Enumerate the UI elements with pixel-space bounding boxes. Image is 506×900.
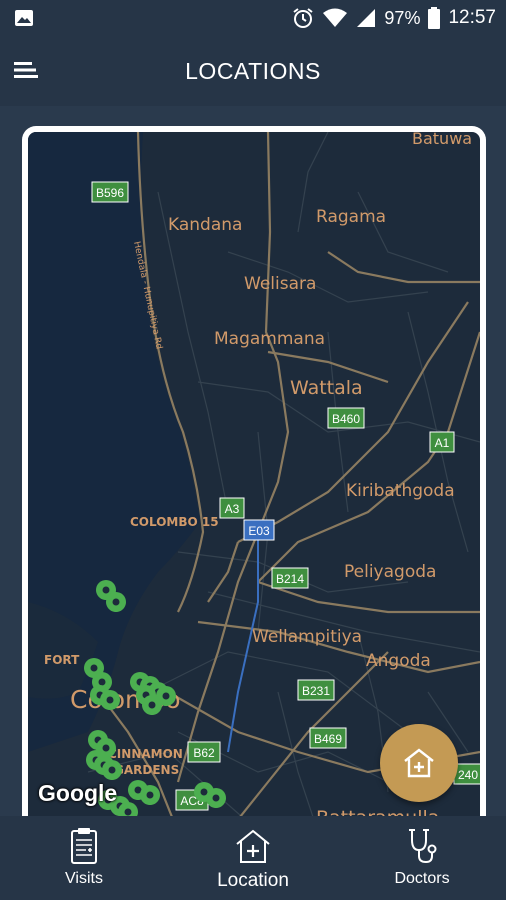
shield-b469: B469: [309, 727, 347, 749]
map-label-fort: FORT: [44, 653, 80, 667]
map-label-colombo15: COLOMBO 15: [130, 515, 219, 529]
shield-label: B62: [193, 746, 215, 760]
shield-b231: B231: [297, 679, 335, 701]
map-label-peliyagoda: Peliyagoda: [344, 562, 436, 582]
map-label-ragama: Ragama: [316, 207, 386, 227]
map-label-batuwa: Batuwa: [412, 132, 472, 148]
map-label-welisara: Welisara: [244, 274, 316, 294]
app-bar: LOCATIONS: [0, 36, 506, 106]
nav-visits-label: Visits: [65, 870, 103, 887]
shield-240: 240: [453, 763, 480, 785]
google-attribution: Google: [38, 780, 118, 806]
shield-b214: B214: [271, 567, 309, 589]
status-bar: 97% 12:57: [0, 0, 506, 36]
shield-label: A3: [225, 502, 240, 516]
signal-icon: [357, 9, 376, 27]
image-icon: [15, 10, 33, 26]
alarm-icon: [293, 8, 314, 28]
add-hospital-icon: [404, 748, 434, 778]
map-label-wellampitiya: Wellampitiya: [252, 627, 362, 647]
location-marker-dot: [200, 788, 208, 796]
shield-label: B596: [96, 186, 124, 200]
nav-location-label: Location: [217, 870, 289, 891]
wifi-icon: [323, 8, 348, 27]
shield-b596: B596: [91, 181, 129, 203]
map-canvas[interactable]: Batuwa Kandana Ragama Welisara Magammana…: [28, 132, 480, 826]
location-marker-dot: [102, 744, 110, 752]
shield-b460: B460: [327, 407, 365, 429]
map-label-wattala: Wattala: [290, 377, 363, 399]
location-marker-dot: [90, 664, 98, 672]
nav-doctors-label: Doctors: [394, 870, 450, 887]
location-marker-dot: [124, 808, 132, 816]
page-title: LOCATIONS: [185, 58, 321, 84]
add-location-button[interactable]: [380, 724, 458, 802]
location-marker-dot: [102, 586, 110, 594]
shield-b62: B62: [187, 741, 221, 763]
shield-label: A1: [435, 436, 450, 450]
map-label-kandana: Kandana: [168, 215, 242, 235]
location-marker-dot: [106, 696, 114, 704]
location-marker-dot: [212, 794, 220, 802]
map-label-gardens: GARDENS: [114, 763, 179, 777]
location-marker-dot: [108, 766, 116, 774]
battery-percent: 97%: [384, 7, 421, 28]
map-label-angoda: Angoda: [366, 651, 431, 671]
bottom-nav: Visits Location Doctors: [0, 816, 506, 900]
stethoscope-icon: [409, 829, 437, 864]
map-view[interactable]: Batuwa Kandana Ragama Welisara Magammana…: [22, 126, 486, 826]
clipboard-icon: [71, 828, 97, 864]
location-marker-dot: [162, 692, 170, 700]
nav-doctors[interactable]: Doctors: [367, 826, 477, 898]
map-label-cinnamon: CINNAMON: [108, 747, 183, 761]
location-marker-dot: [148, 701, 156, 709]
shield-label: B460: [332, 412, 360, 426]
location-marker-dot: [146, 791, 154, 799]
shield-e03: E03: [243, 519, 275, 541]
map-label-kiribathgoda: Kiribathgoda: [346, 481, 455, 501]
battery-icon: [428, 7, 441, 29]
shield-a3: A3: [219, 497, 245, 519]
shield-label: B231: [302, 684, 330, 698]
shield-a1: A1: [429, 431, 455, 453]
nav-location[interactable]: Location: [198, 826, 308, 898]
shield-label: B214: [276, 572, 304, 586]
clock: 12:57: [448, 7, 496, 28]
hospital-icon: [236, 829, 270, 863]
map-label-magammana: Magammana: [214, 329, 325, 349]
shield-label: 240: [458, 768, 478, 782]
shield-label: E03: [248, 524, 270, 538]
location-marker-dot: [112, 598, 120, 606]
location-marker-dot: [98, 678, 106, 686]
shield-label: B469: [314, 732, 342, 746]
nav-visits[interactable]: Visits: [29, 826, 139, 898]
